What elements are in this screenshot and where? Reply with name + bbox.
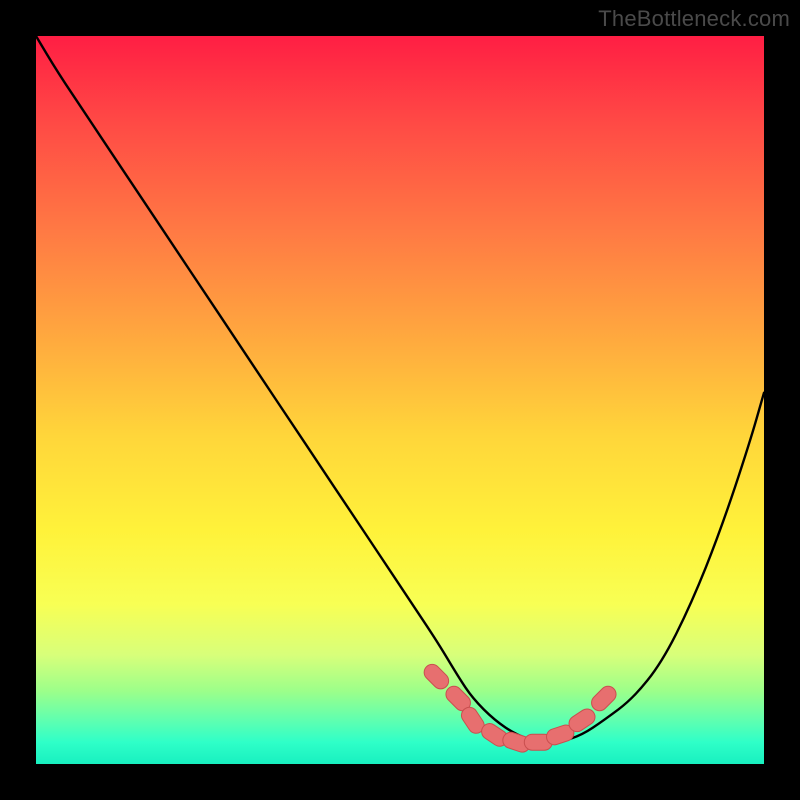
bottleneck-curve	[36, 36, 764, 742]
highlight-marker	[588, 683, 619, 714]
chart-svg	[36, 36, 764, 764]
chart-frame: TheBottleneck.com	[0, 0, 800, 800]
watermark-text: TheBottleneck.com	[598, 6, 790, 32]
highlight-marker	[421, 661, 452, 692]
bottleneck-highlight-markers	[421, 661, 620, 754]
chart-plot-area	[36, 36, 764, 764]
